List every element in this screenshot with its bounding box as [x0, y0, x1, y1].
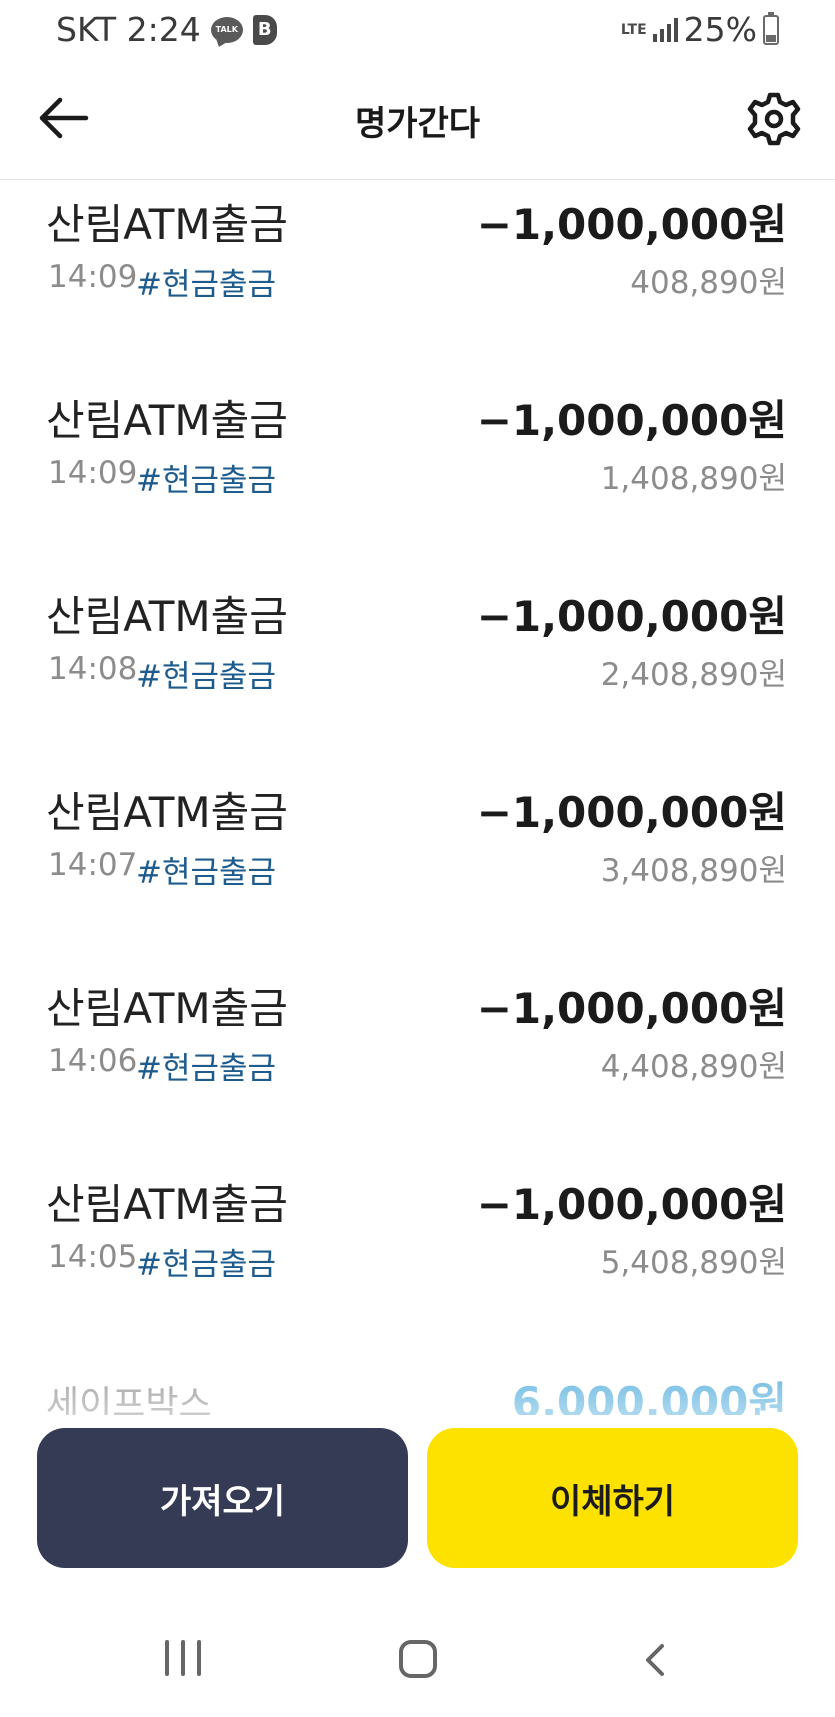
transaction-tag[interactable]: #현금출금: [136, 455, 276, 500]
transaction-balance: 3,408,890원: [600, 853, 787, 889]
transaction-name: 산림ATM출금: [46, 592, 288, 641]
page-title: 명가간다: [354, 104, 481, 144]
transaction-amount: −1,000,000원: [476, 1180, 787, 1229]
carrier-time: SKT 2:24: [56, 10, 201, 49]
settings-button[interactable]: [745, 90, 803, 148]
gear-icon: [747, 92, 801, 146]
transaction-tag[interactable]: #현금출금: [136, 847, 276, 892]
transaction-amount: −1,000,000원: [476, 788, 787, 837]
home-icon[interactable]: [399, 1640, 437, 1678]
b-icon: B: [252, 14, 277, 45]
transaction-name: 산림ATM출금: [46, 396, 288, 445]
transaction-amount: −1,000,000원: [476, 200, 787, 249]
transaction-balance: 1,408,890원: [600, 461, 787, 497]
talk-icon: TALK: [210, 16, 243, 43]
transaction-list[interactable]: 산림ATM출금 14:09 #현금출금 −1,000,000원 408,890원 산림AT…: [0, 181, 835, 1415]
status-bar: SKT 2:24 TALK B LTE 25%: [0, 0, 835, 62]
transaction-tag[interactable]: #현금출금: [136, 259, 276, 304]
transaction-name: 산림ATM출금: [46, 200, 288, 249]
chevron-left-icon[interactable]: [636, 1640, 676, 1680]
transaction-row[interactable]: 산림ATM출금 14:09 #현금출금 −1,000,000원 408,890원: [0, 181, 835, 377]
battery-icon: [763, 11, 779, 45]
transaction-balance: 5,408,890원: [600, 1245, 787, 1281]
transaction-time: 14:05: [48, 1239, 138, 1275]
transaction-row[interactable]: 산림ATM출금 14:05 #현금출금 −1,000,000원 5,408,890원: [0, 1161, 835, 1357]
transaction-name: 산림ATM출금: [46, 984, 288, 1033]
transaction-time: 14:08: [48, 651, 138, 687]
recent-apps-icon[interactable]: [165, 1640, 201, 1680]
status-left: SKT 2:24 TALK B: [56, 10, 277, 49]
safebox-amount: 6,000,000원: [511, 1378, 787, 1415]
bring-button[interactable]: 가져오기: [37, 1428, 408, 1568]
action-buttons: 가져오기 이체하기: [0, 1428, 835, 1568]
transaction-time: 14:07: [48, 847, 138, 883]
transaction-balance: 2,408,890원: [600, 657, 787, 693]
transaction-tag[interactable]: #현금출금: [136, 1043, 276, 1088]
lte-icon: LTE: [620, 21, 647, 38]
battery-level: [766, 35, 776, 42]
transfer-button[interactable]: 이체하기: [427, 1428, 798, 1568]
signal-icon: [652, 17, 678, 42]
transaction-row[interactable]: 산림ATM출금 14:08 #현금출금 −1,000,000원 2,408,890원: [0, 573, 835, 769]
transaction-tag[interactable]: #현금출금: [136, 1239, 276, 1284]
transaction-name: 산림ATM출금: [46, 788, 288, 837]
transaction-time: 14:09: [48, 455, 138, 491]
safebox-label: 세이프박스: [46, 1384, 212, 1415]
transaction-amount: −1,000,000원: [476, 592, 787, 641]
transaction-row[interactable]: 산림ATM출금 14:07 #현금출금 −1,000,000원 3,408,890원: [0, 769, 835, 965]
transaction-time: 14:06: [48, 1043, 138, 1079]
transaction-row[interactable]: 산림ATM출금 14:06 #현금출금 −1,000,000원 4,408,890원: [0, 965, 835, 1161]
status-right: LTE 25%: [621, 10, 779, 49]
transaction-time: 14:09: [48, 259, 138, 295]
transaction-balance: 408,890원: [630, 265, 787, 301]
transaction-amount: −1,000,000원: [476, 396, 787, 445]
transaction-balance: 4,408,890원: [600, 1049, 787, 1085]
screen: SKT 2:24 TALK B LTE 25% 명가간다 산림ATM출금 14:…: [0, 0, 835, 1717]
transaction-amount: −1,000,000원: [476, 984, 787, 1033]
transaction-name: 산림ATM출금: [46, 1180, 288, 1229]
transaction-tag[interactable]: #현금출금: [136, 651, 276, 696]
app-header: 명가간다: [0, 62, 835, 180]
battery-percent: 25%: [683, 10, 757, 49]
transaction-row[interactable]: 산림ATM출금 14:09 #현금출금 −1,000,000원 1,408,890원: [0, 377, 835, 573]
safebox-row[interactable]: 세이프박스 6,000,000원: [0, 1361, 835, 1415]
system-nav-bar: [0, 1620, 835, 1700]
